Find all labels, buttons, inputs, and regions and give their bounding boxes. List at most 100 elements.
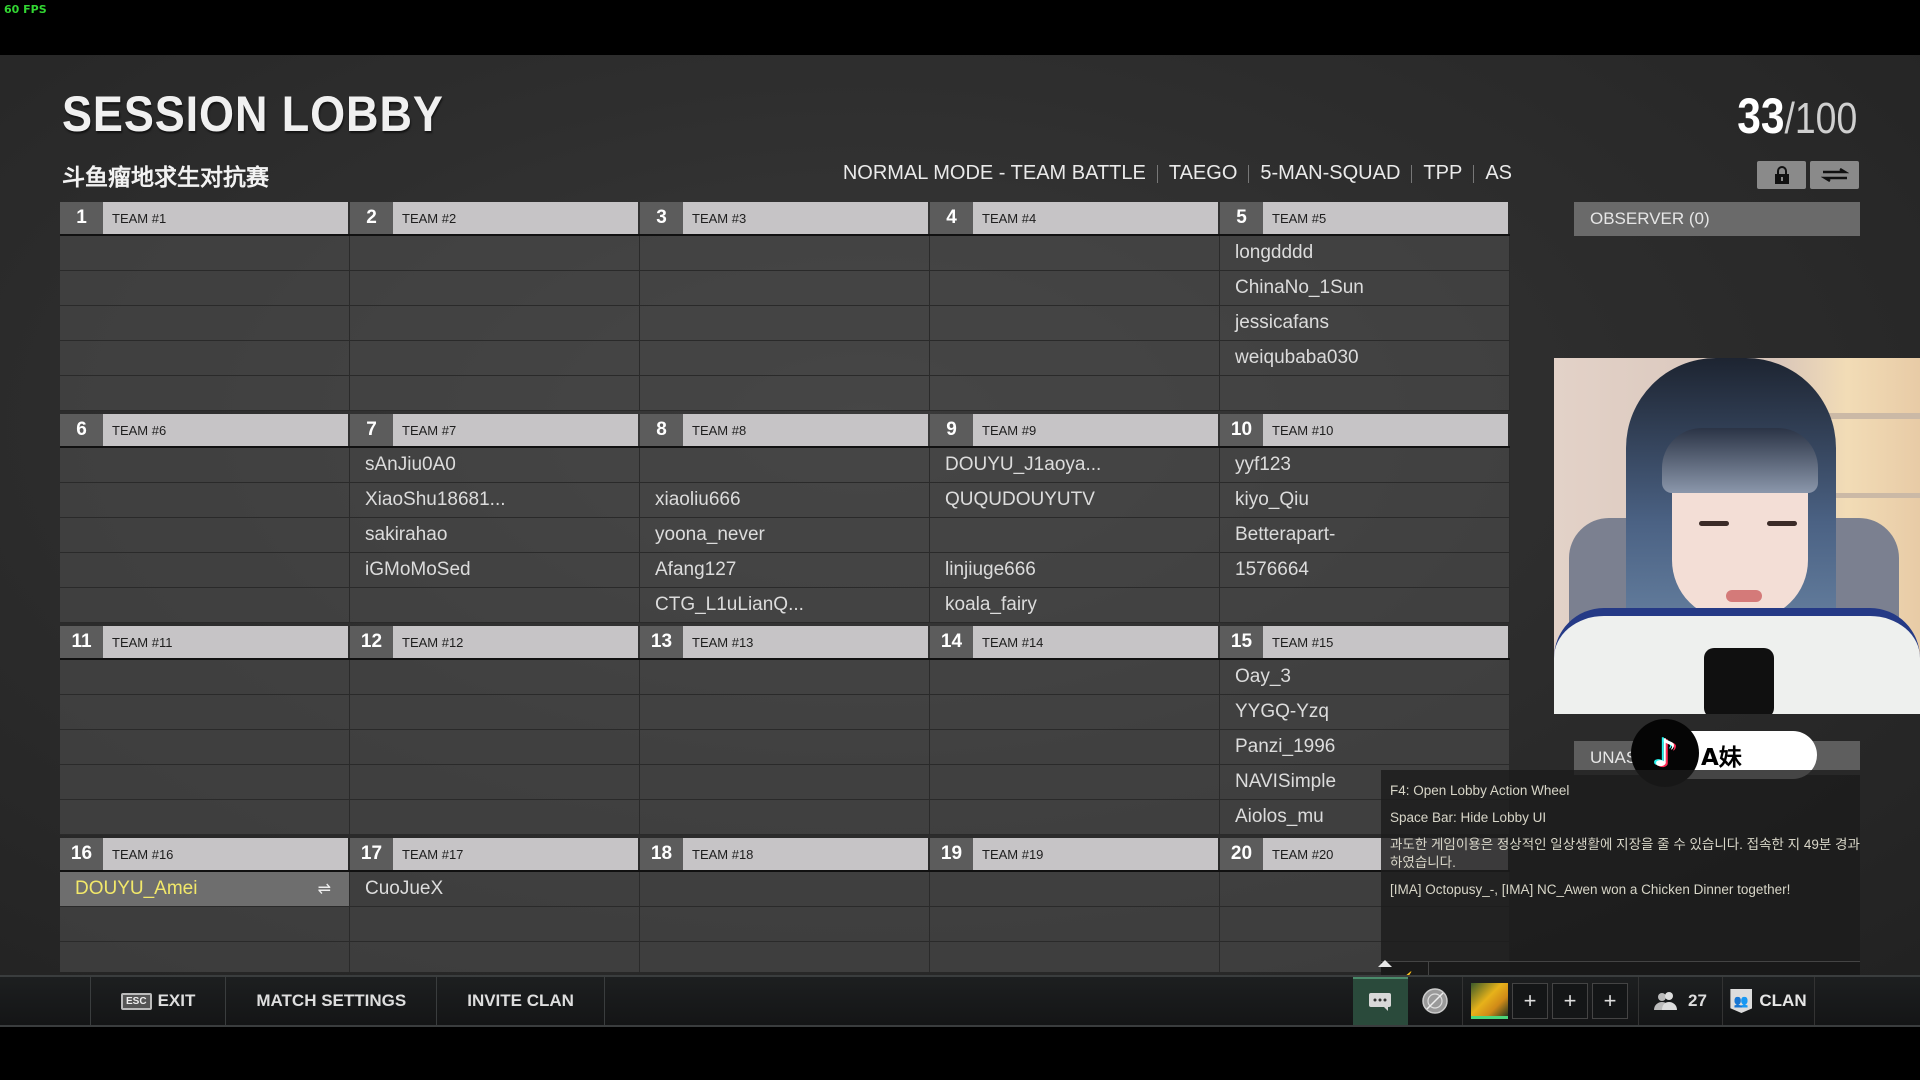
player-slot[interactable]	[640, 907, 930, 942]
player-slot[interactable]	[930, 306, 1220, 341]
swap-button[interactable]	[1810, 161, 1859, 189]
match-settings-button[interactable]: MATCH SETTINGS	[225, 977, 436, 1025]
player-slot[interactable]	[640, 660, 930, 695]
player-slot[interactable]	[350, 800, 640, 835]
clan-button[interactable]: 👥 CLAN	[1723, 977, 1815, 1025]
team-header[interactable]: 18 TEAM #18	[640, 838, 930, 872]
player-slot[interactable]: kiyo_Qiu	[1220, 483, 1510, 518]
player-slot[interactable]: YYGQ-Yzq	[1220, 695, 1510, 730]
player-slot[interactable]: 1576664	[1220, 553, 1510, 588]
player-slot[interactable]	[640, 341, 930, 376]
observer-slot[interactable]: OBSERVER (0)	[1574, 202, 1860, 236]
player-slot[interactable]: CuoJueX	[350, 872, 640, 907]
exit-button[interactable]: ESC EXIT	[90, 977, 225, 1025]
player-slot[interactable]	[930, 872, 1220, 907]
player-slot[interactable]: iGMoMoSed	[350, 553, 640, 588]
team-header[interactable]: 1 TEAM #1	[60, 202, 350, 236]
player-slot[interactable]	[60, 448, 350, 483]
player-slot[interactable]	[60, 765, 350, 800]
team-header[interactable]: 8 TEAM #8	[640, 414, 930, 448]
player-slot[interactable]	[350, 236, 640, 271]
player-slot[interactable]	[350, 942, 640, 972]
player-slot[interactable]	[60, 483, 350, 518]
player-slot[interactable]: Panzi_1996	[1220, 730, 1510, 765]
player-slot[interactable]	[930, 907, 1220, 942]
player-slot[interactable]	[930, 765, 1220, 800]
invite-clan-button[interactable]: INVITE CLAN	[436, 977, 605, 1025]
player-slot[interactable]	[60, 588, 350, 623]
player-slot[interactable]: ChinaNo_1Sun	[1220, 271, 1510, 306]
radar-button[interactable]	[1408, 977, 1463, 1025]
player-slot[interactable]	[60, 271, 350, 306]
add-party-member-button[interactable]: +	[1552, 983, 1588, 1019]
player-slot[interactable]	[60, 730, 350, 765]
player-slot[interactable]	[640, 271, 930, 306]
player-slot[interactable]	[930, 942, 1220, 972]
player-slot[interactable]: jessicafans	[1220, 306, 1510, 341]
player-slot[interactable]: xiaoliu666	[640, 483, 930, 518]
player-slot[interactable]: Afang127	[640, 553, 930, 588]
player-slot[interactable]	[350, 271, 640, 306]
player-slot[interactable]: sakirahao	[350, 518, 640, 553]
chat-input[interactable]: ⚡ Press ENTER or click to open chat.	[1381, 961, 1860, 975]
player-slot[interactable]	[60, 306, 350, 341]
player-slot[interactable]: sAnJiu0A0	[350, 448, 640, 483]
team-header[interactable]: 14 TEAM #14	[930, 626, 1220, 660]
player-slot[interactable]	[930, 800, 1220, 835]
player-slot[interactable]	[640, 942, 930, 972]
player-slot[interactable]	[640, 448, 930, 483]
player-slot[interactable]: yyf123	[1220, 448, 1510, 483]
team-header[interactable]: 3 TEAM #3	[640, 202, 930, 236]
player-slot[interactable]	[350, 730, 640, 765]
player-slot[interactable]: linjiuge666	[930, 553, 1220, 588]
player-slot[interactable]	[640, 306, 930, 341]
player-slot[interactable]	[60, 695, 350, 730]
player-slot[interactable]	[350, 695, 640, 730]
team-header[interactable]: 10 TEAM #10	[1220, 414, 1510, 448]
add-party-member-button[interactable]: +	[1592, 983, 1628, 1019]
player-slot[interactable]: CTG_L1uLianQ...	[640, 588, 930, 623]
player-slot[interactable]	[60, 341, 350, 376]
player-slot[interactable]	[60, 660, 350, 695]
player-slot[interactable]	[640, 765, 930, 800]
team-header[interactable]: 5 TEAM #5	[1220, 202, 1510, 236]
chat-toggle-button[interactable]	[1353, 977, 1408, 1025]
player-slot[interactable]	[930, 660, 1220, 695]
team-header[interactable]: 9 TEAM #9	[930, 414, 1220, 448]
friends-button[interactable]: 27	[1639, 977, 1723, 1025]
player-slot[interactable]	[350, 341, 640, 376]
player-slot[interactable]: DOUYU_J1aoya...	[930, 448, 1220, 483]
player-slot[interactable]	[930, 730, 1220, 765]
lock-button[interactable]	[1757, 161, 1806, 189]
player-slot[interactable]	[60, 518, 350, 553]
player-slot[interactable]: QUQUDOUYUTV	[930, 483, 1220, 518]
player-slot[interactable]: DOUYU_Amei ⇌	[60, 872, 350, 907]
player-slot[interactable]	[60, 553, 350, 588]
team-header[interactable]: 19 TEAM #19	[930, 838, 1220, 872]
team-header[interactable]: 12 TEAM #12	[350, 626, 640, 660]
player-slot[interactable]	[350, 588, 640, 623]
player-slot[interactable]	[60, 907, 350, 942]
chat-expand-caret-icon[interactable]	[1378, 960, 1392, 967]
player-slot[interactable]: longdddd	[1220, 236, 1510, 271]
team-header[interactable]: 17 TEAM #17	[350, 838, 640, 872]
player-slot[interactable]	[640, 872, 930, 907]
team-header[interactable]: 13 TEAM #13	[640, 626, 930, 660]
player-slot[interactable]	[350, 306, 640, 341]
player-slot[interactable]	[930, 271, 1220, 306]
player-slot[interactable]	[350, 907, 640, 942]
player-slot[interactable]: weiqubaba030	[1220, 341, 1510, 376]
player-slot[interactable]	[640, 236, 930, 271]
player-slot[interactable]	[930, 695, 1220, 730]
team-header[interactable]: 7 TEAM #7	[350, 414, 640, 448]
player-slot[interactable]	[60, 800, 350, 835]
player-slot[interactable]	[350, 765, 640, 800]
player-slot[interactable]	[1220, 588, 1510, 623]
player-slot[interactable]: koala_fairy	[930, 588, 1220, 623]
team-header[interactable]: 15 TEAM #15	[1220, 626, 1510, 660]
team-header[interactable]: 4 TEAM #4	[930, 202, 1220, 236]
player-slot[interactable]: XiaoShu18681...	[350, 483, 640, 518]
player-slot[interactable]	[930, 341, 1220, 376]
team-header[interactable]: 6 TEAM #6	[60, 414, 350, 448]
player-slot[interactable]	[930, 518, 1220, 553]
